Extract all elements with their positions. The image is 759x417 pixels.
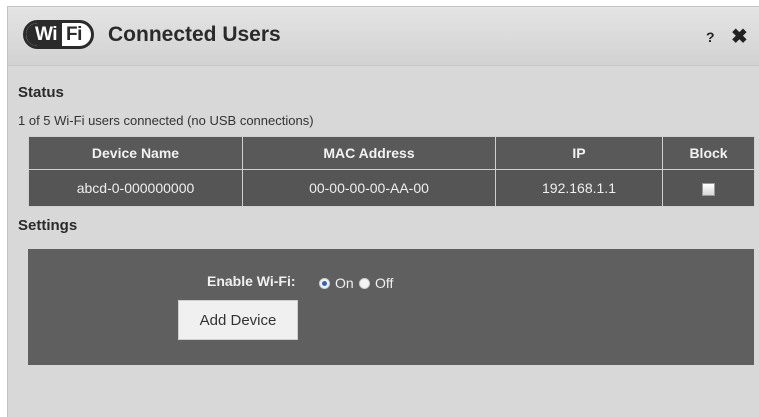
block-cell: [662, 169, 755, 207]
logo-wi-text: Wi: [26, 23, 63, 46]
table-header-row: Device Name MAC Address IP Block: [28, 136, 755, 170]
close-button[interactable]: ✖: [731, 24, 748, 49]
wifi-on-label[interactable]: On: [335, 275, 354, 291]
status-heading: Status: [18, 84, 64, 101]
device-name-cell: abcd-0-000000000: [28, 169, 243, 207]
column-header-ip: IP: [495, 136, 663, 170]
settings-panel: Enable Wi-Fi: On Off Add Device: [28, 249, 754, 365]
enable-wifi-label: Enable Wi-Fi:: [207, 273, 296, 289]
wifi-off-radio[interactable]: [359, 278, 370, 289]
column-header-block: Block: [662, 136, 755, 170]
settings-heading: Settings: [18, 217, 78, 234]
column-header-device-name: Device Name: [28, 136, 243, 170]
connected-users-table: Device Name MAC Address IP Block abcd-0-…: [28, 136, 755, 207]
wifi-logo-icon: Wi Fi: [23, 20, 94, 49]
ip-cell: 192.168.1.1: [495, 169, 663, 207]
block-checkbox[interactable]: [702, 182, 715, 196]
dialog-titlebar: Wi Fi Connected Users ? ✖: [8, 7, 759, 66]
add-device-button[interactable]: Add Device: [178, 300, 298, 340]
mac-address-cell: 00-00-00-00-AA-00: [242, 169, 496, 207]
connected-users-dialog: Wi Fi Connected Users ? ✖ Status 1 of 5 …: [7, 6, 759, 417]
wifi-off-label[interactable]: Off: [375, 275, 393, 291]
table-row: abcd-0-000000000 00-00-00-00-AA-00 192.1…: [28, 169, 755, 207]
wifi-on-radio[interactable]: [319, 278, 330, 289]
column-header-mac-address: MAC Address: [242, 136, 496, 170]
logo-fi-text: Fi: [66, 23, 82, 45]
dialog-title: Connected Users: [108, 23, 281, 46]
status-summary: 1 of 5 Wi-Fi users connected (no USB con…: [18, 113, 314, 128]
help-button[interactable]: ?: [706, 29, 715, 45]
